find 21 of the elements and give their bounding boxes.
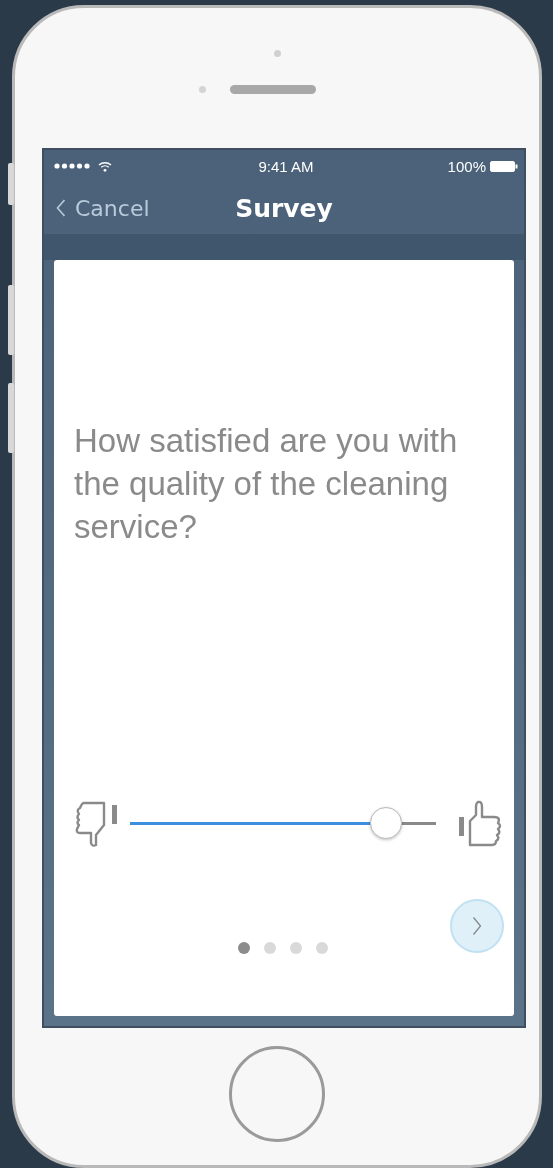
chevron-right-icon	[472, 915, 482, 936]
page-dot[interactable]	[290, 941, 302, 954]
screen-title: Survey	[235, 193, 333, 223]
signal-icon	[54, 163, 92, 169]
wifi-icon	[98, 160, 112, 172]
sensor-dot	[198, 86, 206, 93]
next-button[interactable]	[450, 898, 504, 953]
back-chevron-icon	[56, 199, 66, 217]
satisfaction-slider[interactable]	[130, 806, 436, 841]
home-button[interactable]	[229, 1046, 325, 1142]
page-dot[interactable]	[264, 941, 276, 954]
page-dot[interactable]	[238, 941, 250, 954]
status-time: 9:41 AM	[258, 157, 314, 175]
battery-icon	[490, 160, 518, 172]
camera-dot	[273, 50, 281, 57]
thumbs-up-icon	[456, 798, 504, 849]
survey-question: How satisfied are you with the quality of the cleaning service?	[74, 421, 459, 547]
slider-thumb[interactable]	[370, 806, 403, 839]
battery-percentage: 100%	[447, 157, 486, 175]
cancel-button[interactable]: Cancel	[44, 195, 150, 221]
page-dot[interactable]	[316, 941, 328, 954]
